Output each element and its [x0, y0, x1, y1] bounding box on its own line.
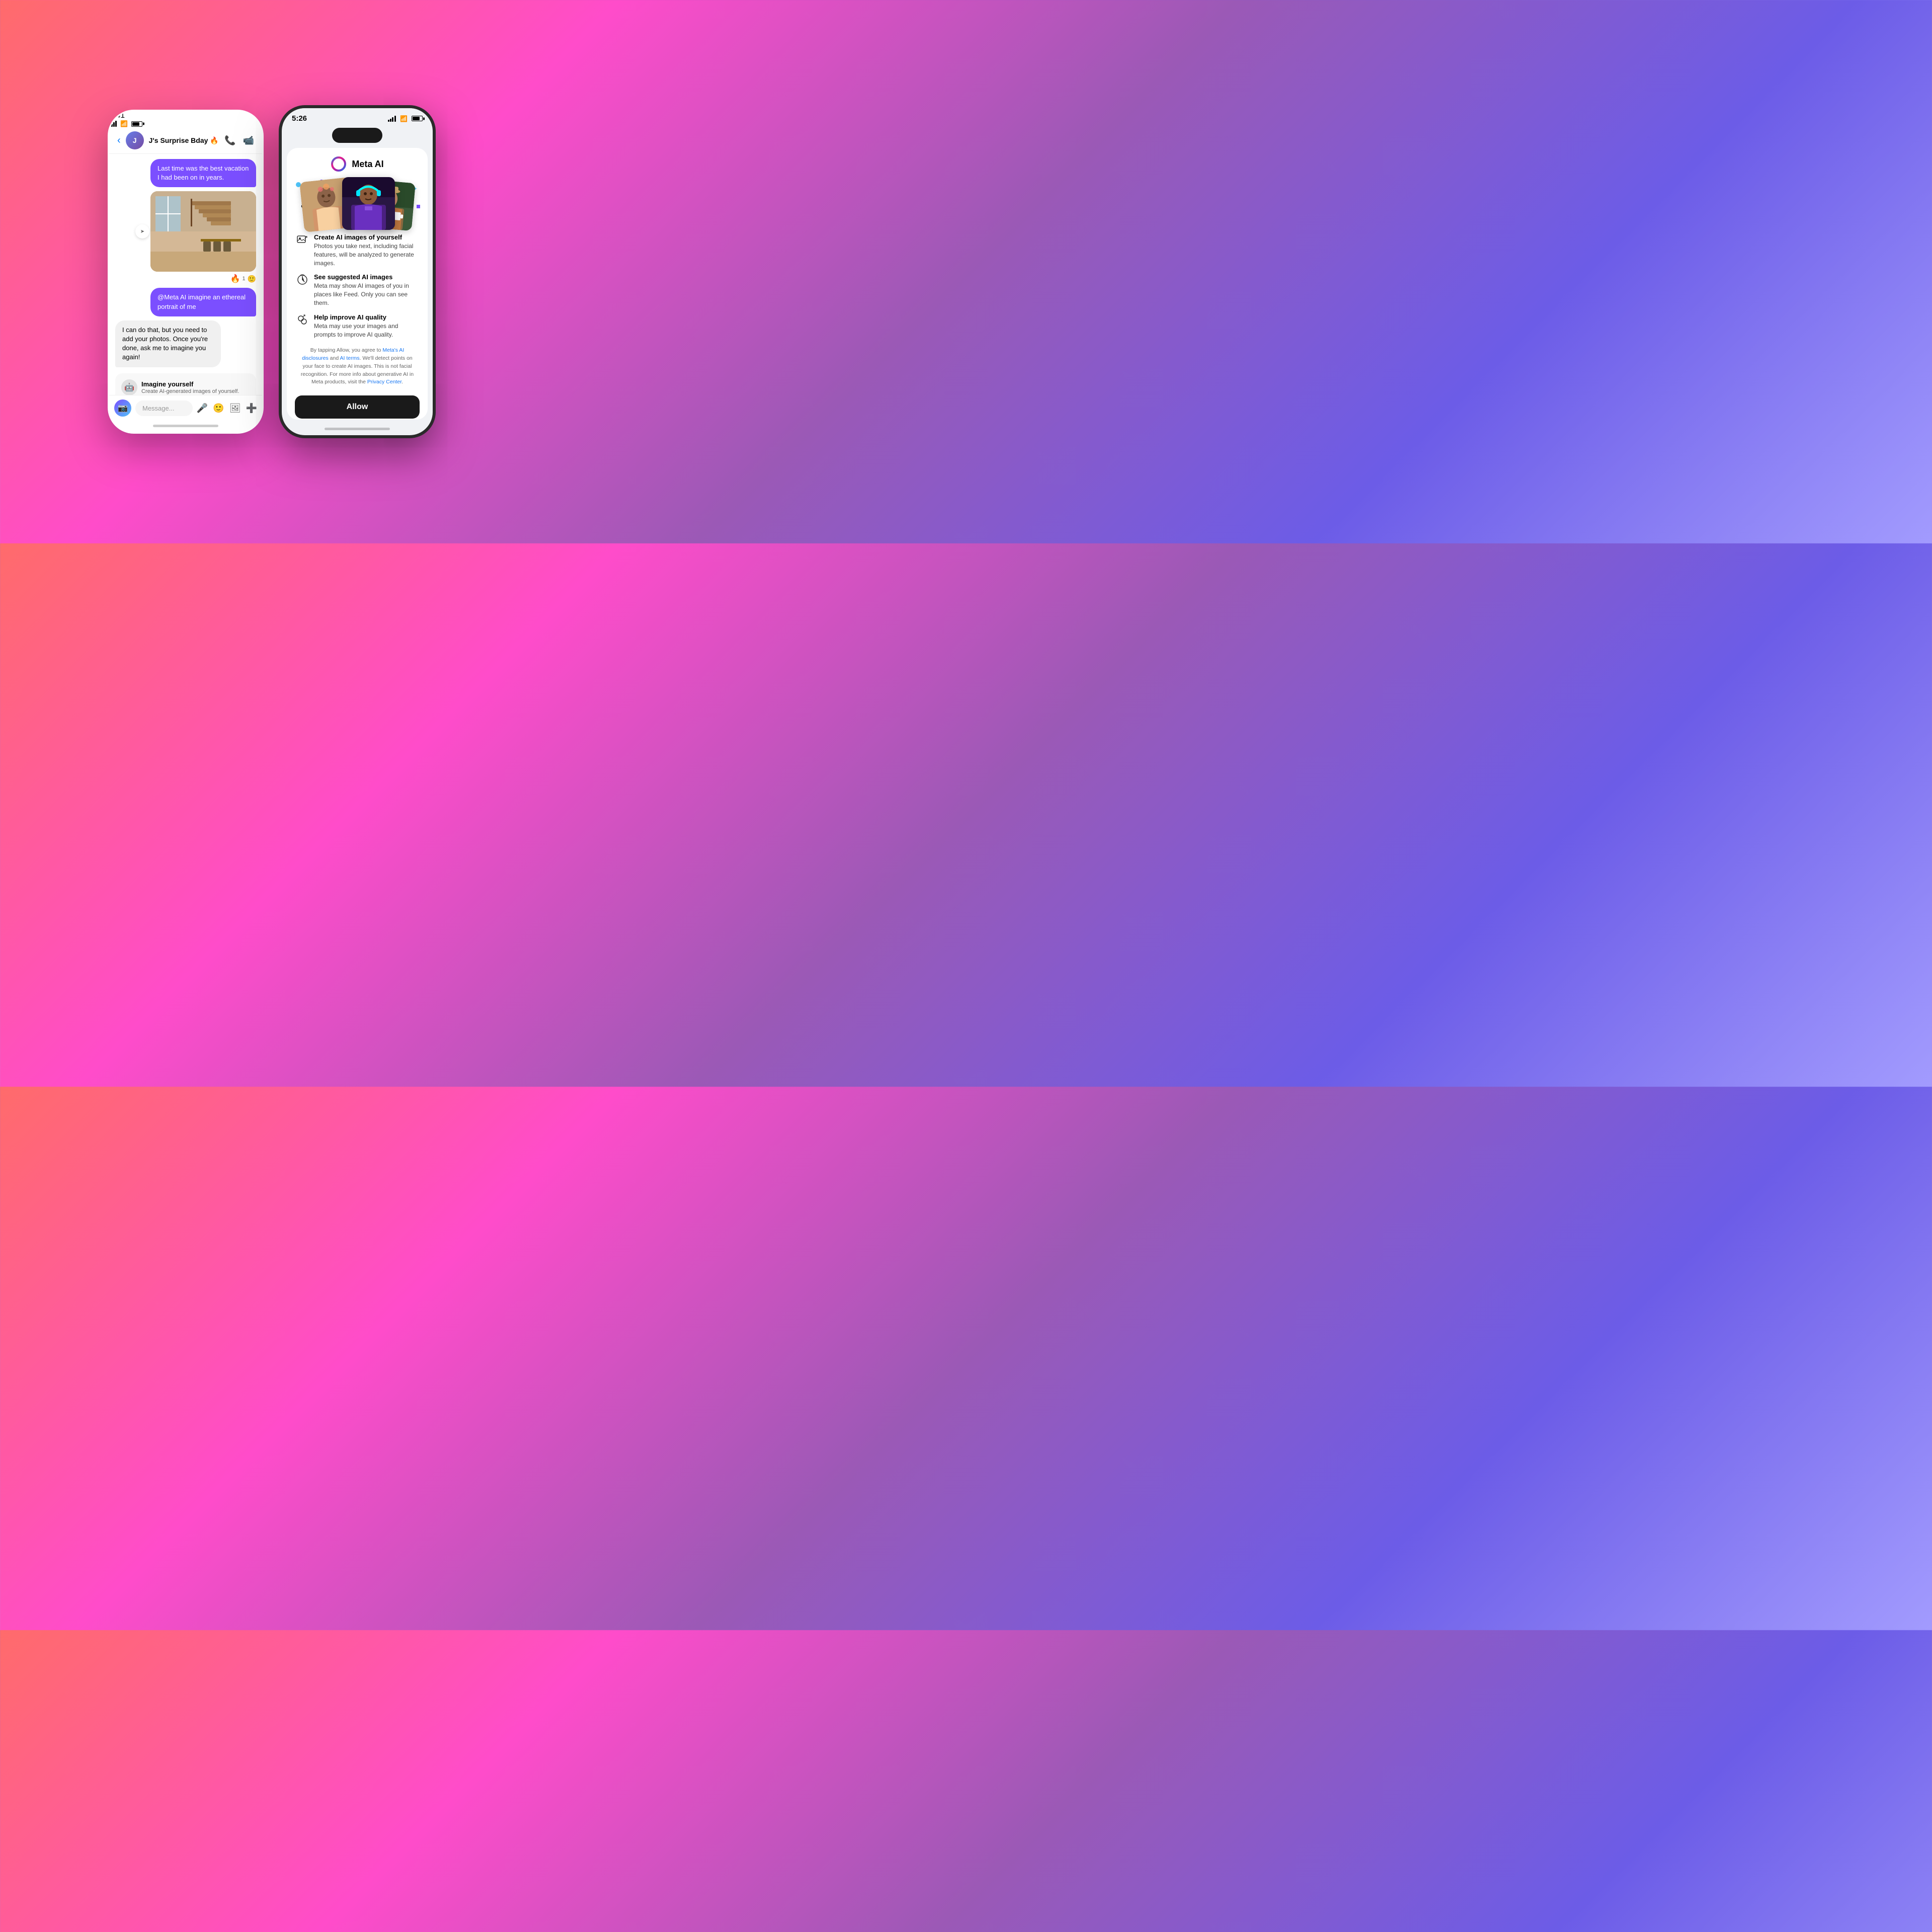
back-button[interactable]: ‹: [117, 135, 121, 146]
chat-header: ‹ J J's Surprise Bday 🔥 📞 📹: [109, 127, 262, 154]
reaction-emoji-icon[interactable]: 🙂: [248, 275, 256, 283]
feature-title-1: Create AI images of yourself: [314, 233, 418, 241]
dynamic-island: [332, 128, 382, 143]
video-icon[interactable]: 📹: [243, 135, 254, 146]
battery-icon-left: [131, 121, 142, 127]
wifi-icon-right: 📶: [400, 115, 408, 122]
feature-desc-2: Meta may show AI images of you in places…: [314, 282, 418, 307]
feature-title-2: See suggested AI images: [314, 273, 418, 281]
reaction-bar: 🔥 1 🙂: [230, 274, 256, 284]
disclaimer-text: By tapping Allow, you agree to Meta's AI…: [287, 343, 428, 390]
forward-wrapper: ➤: [135, 224, 149, 238]
camera-button[interactable]: 📷: [114, 399, 131, 417]
home-indicator-left: [153, 425, 218, 427]
create-ai-images-icon: [297, 234, 308, 246]
meta-ai-header: Meta AI: [287, 148, 428, 177]
feature-icon-2: [297, 274, 308, 288]
reaction-count: 1: [242, 276, 245, 282]
feature-item-2: See suggested AI images Meta may show AI…: [297, 273, 418, 307]
feature-item-3: Help improve AI quality Meta may use you…: [297, 313, 418, 339]
ai-card-subtitle: Create AI-generated images of yourself.: [141, 388, 239, 394]
feature-desc-3: Meta may use your images and prompts to …: [314, 322, 418, 339]
plus-icon[interactable]: ➕: [246, 403, 257, 414]
image-picker-icon[interactable]: 🖼: [229, 403, 241, 414]
meta-ai-content: Meta AI: [287, 148, 428, 420]
message-received-1: I can do that, but you need to add your …: [115, 320, 221, 367]
phone-left-wrapper: 9:41 📶 ‹ J J's Surprise Bday 🔥 📞: [108, 110, 264, 434]
feature-desc-1: Photos you take next, including facial f…: [314, 242, 418, 267]
chat-title: J's Surprise Bday 🔥: [149, 136, 219, 145]
phone-left: 9:41 📶 ‹ J J's Surprise Bday 🔥 📞: [109, 111, 262, 432]
features-list: Create AI images of yourself Photos you …: [287, 229, 428, 343]
feature-text-1: Create AI images of yourself Photos you …: [314, 233, 418, 267]
ai-card-avatar: 🤖: [121, 379, 137, 395]
image-interior: [150, 191, 256, 272]
message-sent-1: Last time was the best vacation I had be…: [150, 159, 256, 187]
phone-icon[interactable]: 📞: [224, 135, 235, 146]
forward-icon[interactable]: ➤: [135, 224, 149, 238]
battery-icon-right: [412, 116, 423, 121]
buttons-section: Allow Don't allow: [287, 390, 428, 420]
ai-card-header: 🤖 Imagine yourself Create AI-generated i…: [121, 379, 250, 395]
feature-icon-1: [297, 234, 308, 249]
feature-text-2: See suggested AI images Meta may show AI…: [314, 273, 418, 307]
home-indicator-right: [325, 428, 390, 430]
emoji-icon[interactable]: 🙂: [213, 403, 224, 414]
wifi-icon: 📶: [120, 120, 128, 127]
message-input[interactable]: Message...: [135, 400, 193, 416]
signal-icon-right: [388, 116, 396, 122]
ai-card: 🤖 Imagine yourself Create AI-generated i…: [115, 373, 256, 395]
feature-icon-3: [297, 314, 308, 329]
messages-area: Last time was the best vacation I had be…: [109, 154, 262, 395]
status-bar-right: 5:26 📶: [282, 108, 433, 125]
message-sent-2: @Meta AI imagine an ethereal portrait of…: [150, 288, 256, 316]
phone-right: 5:26 📶: [282, 108, 433, 435]
feature-title-3: Help improve AI quality: [314, 313, 418, 321]
ai-terms-link[interactable]: AI terms: [340, 355, 360, 361]
chat-actions: 📞 📹: [224, 135, 254, 146]
status-icons-left: 📶: [109, 120, 262, 127]
input-actions: 🎤 🙂 🖼 ➕: [197, 403, 257, 414]
deco-diamond: [417, 205, 420, 208]
time-left: 9:41: [109, 111, 125, 120]
camera-icon: 📷: [118, 403, 128, 413]
message-image: [150, 191, 256, 272]
privacy-center-link[interactable]: Privacy Center: [367, 379, 401, 385]
meta-ai-logo: [331, 156, 347, 172]
allow-button[interactable]: Allow: [295, 395, 420, 419]
ai-card-text: Imagine yourself Create AI-generated ima…: [141, 380, 239, 394]
input-bar: 📷 Message... 🎤 🙂 🖼 ➕: [109, 395, 262, 421]
collage-card-2: [342, 177, 395, 230]
status-icons-right: 📶: [388, 115, 423, 122]
improve-ai-icon: [297, 314, 308, 326]
phones-container: 9:41 📶 ‹ J J's Surprise Bday 🔥 📞: [88, 85, 456, 458]
fire-emoji: 🔥: [230, 274, 240, 284]
meta-ai-title: Meta AI: [352, 159, 383, 170]
mic-icon[interactable]: 🎤: [197, 403, 208, 414]
phone-right-wrapper: 5:26 📶: [279, 105, 436, 438]
time-right: 5:26: [292, 114, 307, 123]
message-image-container: ➤: [150, 191, 256, 272]
staircase-svg: [150, 191, 256, 272]
suggested-images-icon: [297, 274, 308, 285]
status-bar-left: 9:41 📶: [109, 111, 262, 127]
chat-avatar: J: [126, 131, 144, 149]
feature-item-1: Create AI images of yourself Photos you …: [297, 233, 418, 267]
signal-icon: [109, 121, 117, 127]
feature-text-3: Help improve AI quality Meta may use you…: [314, 313, 418, 339]
ai-card-title: Imagine yourself: [141, 380, 239, 388]
